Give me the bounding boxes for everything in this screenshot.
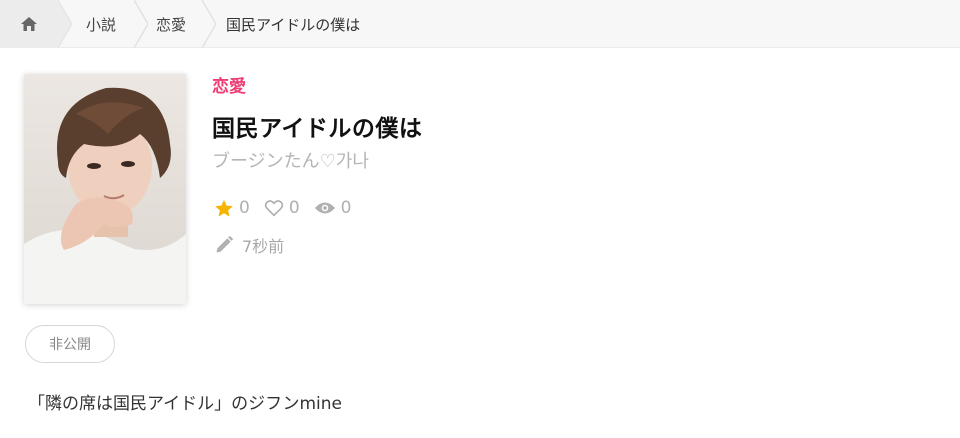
star-stat: 0: [214, 198, 250, 218]
updated-time: 7秒前: [242, 237, 285, 256]
breadcrumb-label: 恋愛: [155, 15, 186, 34]
book-cover[interactable]: [24, 74, 186, 304]
breadcrumb-home[interactable]: [0, 0, 58, 48]
genre-label[interactable]: 恋愛: [212, 72, 246, 97]
like-stat: 0: [264, 198, 300, 218]
like-count: 0: [288, 198, 300, 218]
breadcrumb-item-current: 国民アイドルの僕は: [226, 0, 360, 48]
view-stat: 0: [314, 198, 352, 218]
star-count: 0: [239, 198, 250, 218]
eye-icon: [314, 202, 335, 214]
breadcrumb-separator: [202, 0, 216, 48]
breadcrumb: 小説 恋愛 国民アイドルの僕は: [0, 0, 960, 48]
book-title: 国民アイドルの僕は: [212, 116, 423, 142]
breadcrumb-item-novel[interactable]: 小説: [72, 0, 130, 48]
breadcrumb-separator: [134, 0, 148, 48]
breadcrumb-item-romance[interactable]: 恋愛: [148, 0, 194, 48]
updated-row: 7秒前: [214, 233, 284, 257]
home-icon: [21, 17, 37, 31]
star-icon: [215, 199, 233, 217]
visibility-tag[interactable]: 非公開: [25, 325, 115, 363]
stats-row: 0 0 0: [214, 198, 361, 218]
pencil-icon: [216, 235, 234, 253]
cover-photo: [24, 74, 186, 304]
breadcrumb-current-label: 国民アイドルの僕は: [226, 15, 361, 34]
breadcrumb-label: 小説: [85, 15, 116, 34]
breadcrumb-separator: [58, 0, 72, 48]
heart-icon: [264, 200, 284, 217]
author-name[interactable]: ブージンたん♡가나: [212, 147, 369, 173]
view-count: 0: [340, 198, 352, 218]
book-description: 「隣の席は国民アイドル」のジフンmine: [28, 394, 343, 414]
